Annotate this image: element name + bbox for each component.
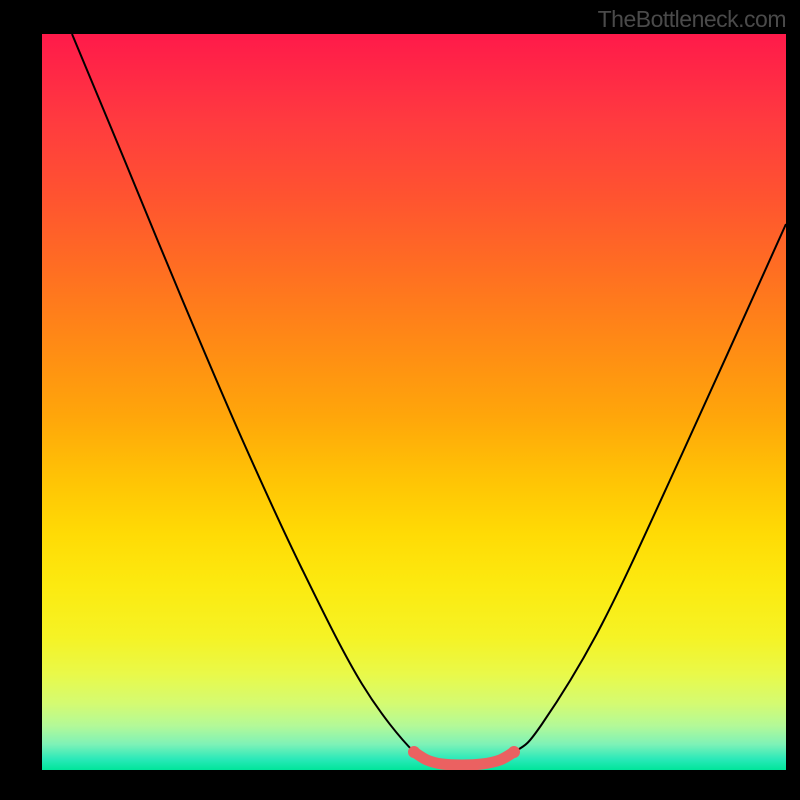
valley-end-dot: [508, 746, 520, 758]
bottleneck-curve: [72, 34, 786, 766]
valley-end-dot: [408, 746, 420, 758]
watermark-text: TheBottleneck.com: [598, 6, 786, 33]
curve-overlay: [42, 34, 786, 770]
chart-plot-area: [42, 34, 786, 770]
valley-highlight: [414, 752, 514, 765]
